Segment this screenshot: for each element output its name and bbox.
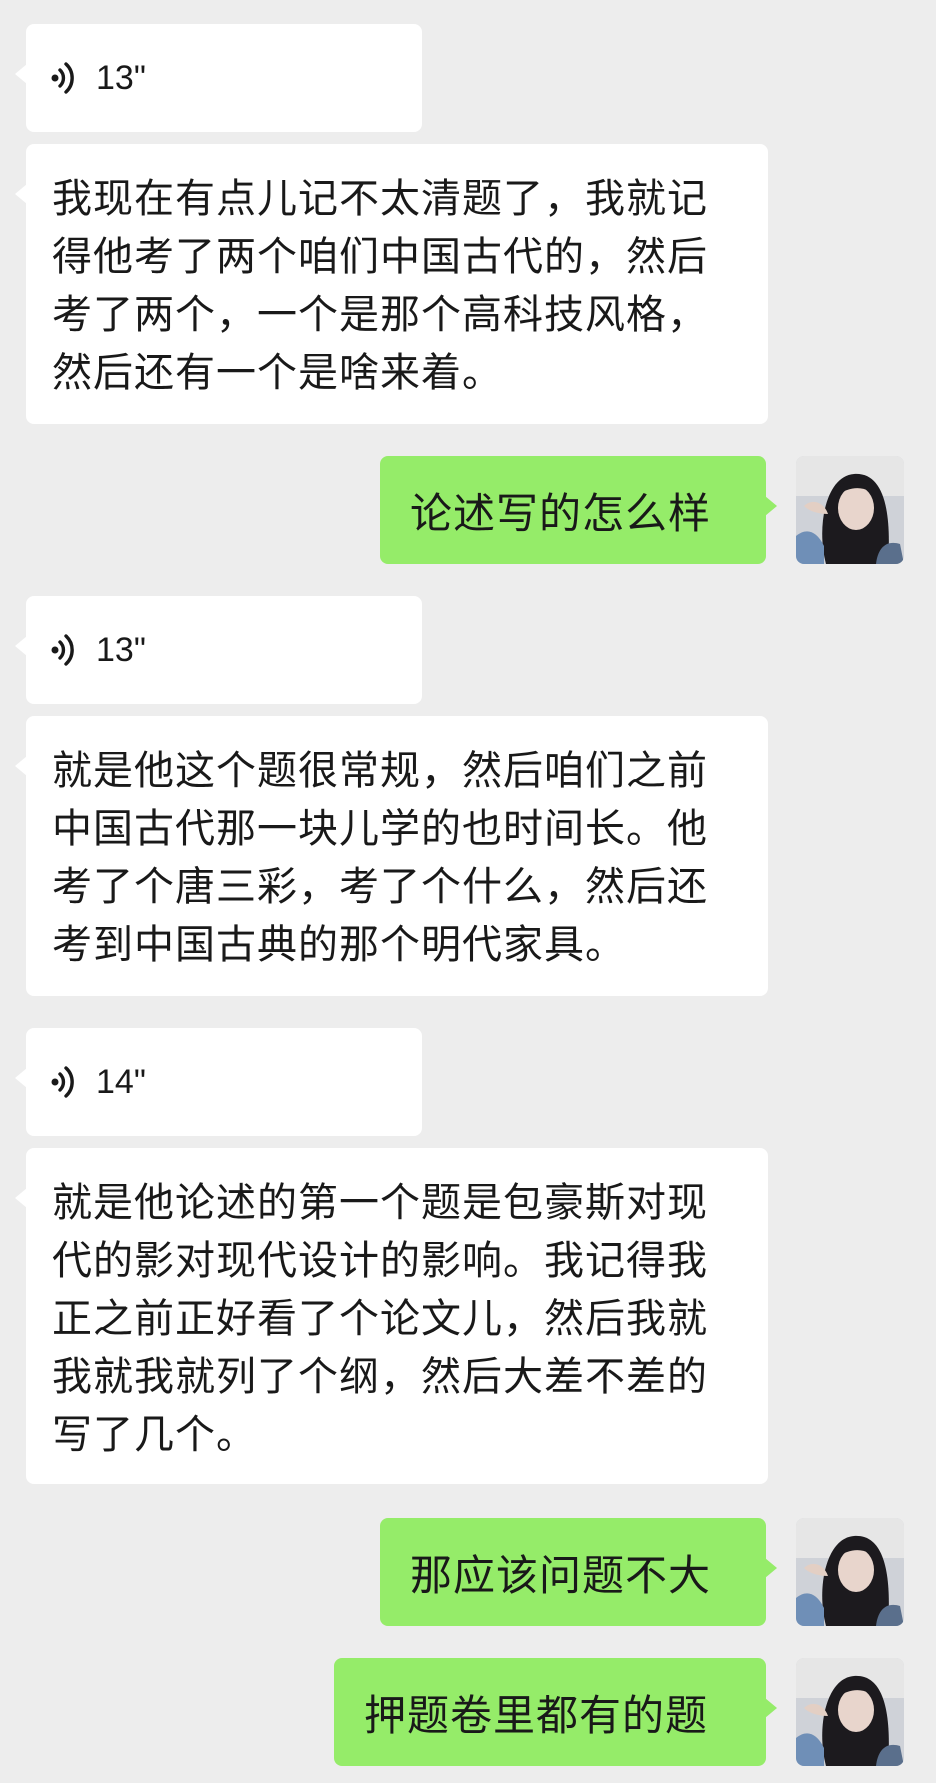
voice-message[interactable]: 13" xyxy=(15,596,422,704)
chat-view: 13" 我现在有点儿记不太清题了，我就记得他考了两个咱们中国古代的，然后考了两个… xyxy=(0,0,936,1783)
voice-duration: 13" xyxy=(96,630,146,669)
voice-duration: 13" xyxy=(96,58,146,97)
message-text: 就是他论述的第一个题是包豪斯对现代的影对现代设计的影响。我记得我正之前正好看了个… xyxy=(52,1180,708,1458)
voice-message[interactable]: 13" xyxy=(15,24,422,132)
voice-wave-icon xyxy=(51,62,74,94)
message-text: 我现在有点儿记不太清题了，我就记得他考了两个咱们中国古代的，然后考了两个，一个是… xyxy=(52,176,708,396)
text-message-self[interactable]: 那应该问题不大 xyxy=(380,1518,777,1626)
user-avatar[interactable] xyxy=(796,456,904,564)
user-avatar[interactable] xyxy=(796,1518,904,1626)
voice-duration: 14" xyxy=(96,1062,146,1101)
voice-wave-icon xyxy=(51,634,74,666)
message-text: 就是他这个题很常规，然后咱们之前中国古代那一块儿学的也时间长。他考了个唐三彩，考… xyxy=(52,748,708,968)
user-avatar[interactable] xyxy=(796,1658,904,1766)
voice-message[interactable]: 14" xyxy=(15,1028,422,1136)
voice-wave-icon xyxy=(51,1066,74,1098)
text-message[interactable]: 就是他这个题很常规，然后咱们之前中国古代那一块儿学的也时间长。他考了个唐三彩，考… xyxy=(15,716,768,996)
message-text: 那应该问题不大 xyxy=(410,1550,712,1600)
text-message-self[interactable]: 押题卷里都有的题 xyxy=(334,1658,777,1766)
text-message[interactable]: 就是他论述的第一个题是包豪斯对现代的影对现代设计的影响。我记得我正之前正好看了个… xyxy=(15,1148,768,1484)
text-message-self[interactable]: 论述写的怎么样 xyxy=(380,456,777,564)
message-text: 押题卷里都有的题 xyxy=(364,1690,709,1740)
text-message[interactable]: 我现在有点儿记不太清题了，我就记得他考了两个咱们中国古代的，然后考了两个，一个是… xyxy=(15,144,768,424)
message-text: 论述写的怎么样 xyxy=(410,488,712,538)
